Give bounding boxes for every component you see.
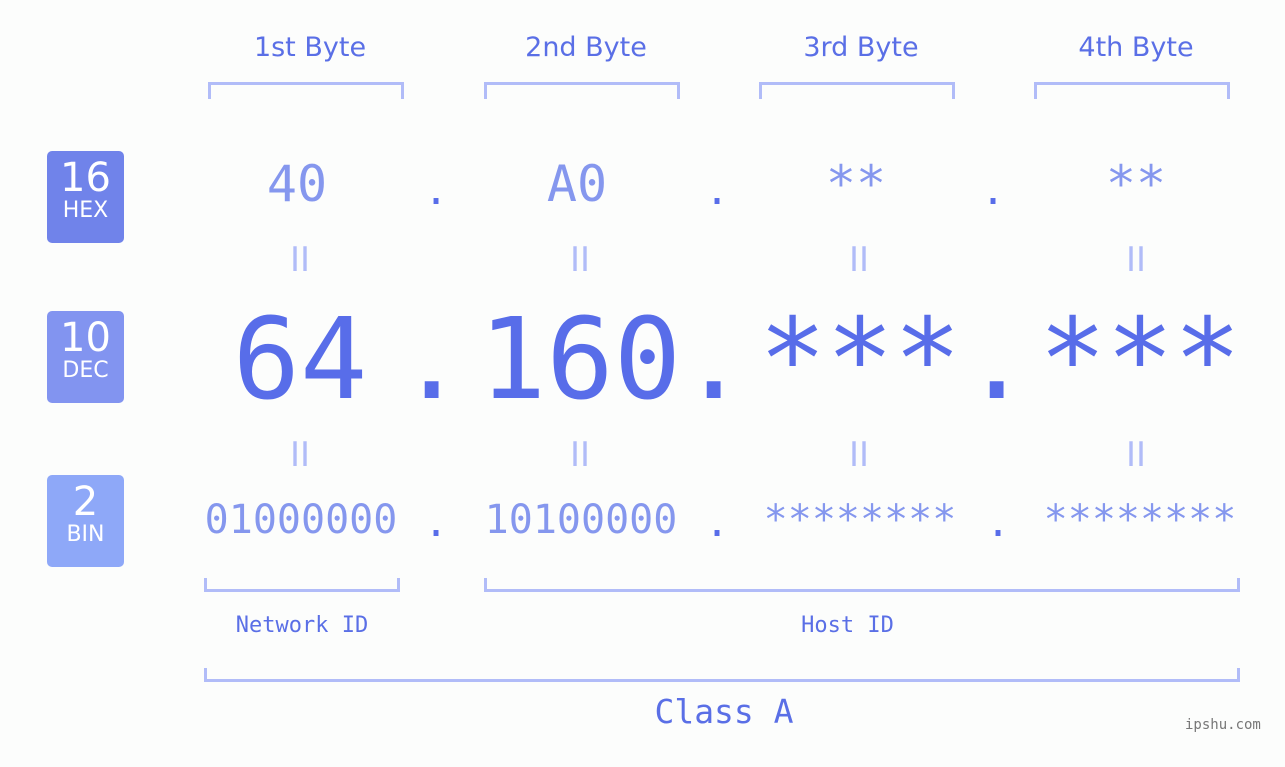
- dec-label: DEC: [62, 358, 109, 383]
- bin-byte-4: ********: [1043, 497, 1237, 543]
- network-bracket: [204, 578, 400, 592]
- bin-byte-2: 10100000: [484, 497, 678, 543]
- hex-base: 16: [60, 155, 111, 201]
- bin-badge: 2 BIN: [47, 475, 124, 567]
- dec-dot-2: .: [680, 295, 748, 425]
- equals-sign: II: [1125, 240, 1147, 280]
- byte-bracket-1: [208, 82, 404, 99]
- bin-dot-3: .: [986, 500, 1011, 546]
- network-id-label: Network ID: [235, 613, 369, 638]
- byte-header-4: 4th Byte: [1078, 32, 1194, 63]
- hex-byte-3: **: [825, 155, 887, 213]
- equals-sign: II: [569, 240, 591, 280]
- hex-byte-4: **: [1105, 155, 1167, 213]
- bin-dot-1: .: [424, 500, 449, 546]
- class-label: Class A: [654, 692, 794, 731]
- hex-dot-1: .: [424, 168, 449, 214]
- dec-badge: 10 DEC: [47, 311, 124, 403]
- host-bracket: [484, 578, 1240, 592]
- dec-byte-3: ***: [758, 295, 962, 425]
- bin-byte-3: ********: [763, 497, 957, 543]
- dec-dot-1: .: [398, 295, 466, 425]
- equals-sign: II: [569, 435, 591, 475]
- bin-dot-2: .: [705, 500, 730, 546]
- hex-label: HEX: [62, 198, 109, 223]
- equals-sign: II: [289, 240, 311, 280]
- class-bracket: [204, 668, 1240, 682]
- dec-byte-1: 64: [232, 295, 368, 425]
- hex-dot-3: .: [981, 168, 1006, 214]
- hex-dot-2: .: [705, 168, 730, 214]
- host-id-label: Host ID: [801, 613, 894, 638]
- hex-byte-2: A0: [546, 155, 608, 213]
- hex-byte-1: 40: [266, 155, 328, 213]
- bin-base: 2: [72, 479, 99, 525]
- dec-byte-2: 160: [478, 295, 682, 425]
- dec-base: 10: [60, 315, 111, 361]
- byte-bracket-4: [1034, 82, 1230, 99]
- watermark: ipshu.com: [1185, 717, 1261, 733]
- byte-header-2: 2nd Byte: [525, 32, 647, 63]
- equals-sign: II: [289, 435, 311, 475]
- byte-bracket-3: [759, 82, 955, 99]
- byte-header-1: 1st Byte: [253, 32, 367, 63]
- equals-sign: II: [848, 435, 870, 475]
- dec-byte-4: ***: [1038, 295, 1242, 425]
- bin-byte-1: 01000000: [204, 497, 398, 543]
- equals-sign: II: [1125, 435, 1147, 475]
- hex-badge: 16 HEX: [47, 151, 124, 243]
- dec-dot-3: .: [963, 295, 1031, 425]
- byte-bracket-2: [484, 82, 680, 99]
- byte-header-3: 3rd Byte: [803, 32, 919, 63]
- bin-label: BIN: [66, 522, 105, 547]
- equals-sign: II: [848, 240, 870, 280]
